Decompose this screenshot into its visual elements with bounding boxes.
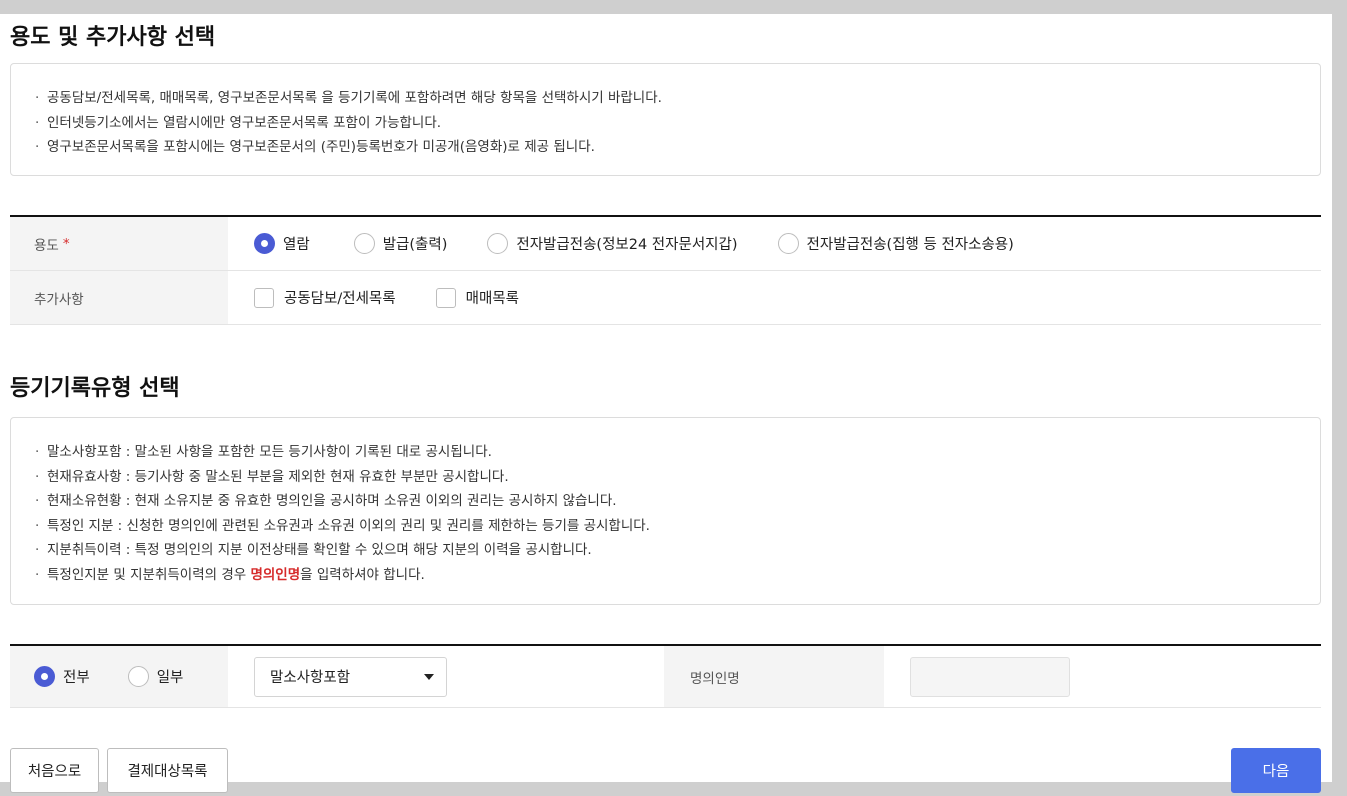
extra-option-label: 매매목록: [465, 291, 519, 307]
usage-option-label: 열람: [283, 237, 310, 253]
usage-option-label: 발급(출력): [382, 237, 448, 253]
scope-option-partial[interactable]: 일부: [127, 666, 184, 687]
next-button[interactable]: 다음: [1231, 748, 1321, 793]
extra-options: 공동담보/전세목록 매매목록: [228, 271, 1321, 324]
record-notice-item: 현재유효사항 : 등기사항 중 말소된 부분을 제외한 현재 유효한 부분만 공…: [35, 465, 1296, 490]
extra-option-joint-collateral[interactable]: 공동담보/전세목록: [254, 287, 396, 308]
usage-row: 용도 * 열람 발급(출력) 전자발급전송(정보24 전자문서지갑) 전자발급전…: [10, 217, 1321, 271]
record-notice-item: 특정인지분 및 지분취득이력의 경우 명의인명을 입력하셔야 합니다.: [35, 563, 1296, 588]
extra-label-cell: 추가사항: [10, 271, 228, 324]
record-type-select[interactable]: 말소사항포함: [254, 656, 447, 697]
record-row: 전부 일부 말소사항포함 명의인명: [10, 646, 1321, 708]
type-select-cell: 말소사항포함: [228, 646, 664, 707]
usage-notice-item: 영구보존문서목록을 포함시에는 영구보존문서의 (주민)등록번호가 미공개(음영…: [35, 135, 1296, 160]
usage-notice-item: 공동담보/전세목록, 매매목록, 영구보존문서목록 을 등기기록에 포함하려면 …: [35, 86, 1296, 111]
notice-text: 특정인지분 및 지분취득이력의 경우: [47, 566, 251, 583]
checkbox-icon[interactable]: [435, 287, 456, 308]
usage-notice-item: 인터넷등기소에서는 열람시에만 영구보존문서목록 포함이 가능합니다.: [35, 111, 1296, 136]
usage-options: 열람 발급(출력) 전자발급전송(정보24 전자문서지갑) 전자발급전송(집행 …: [228, 217, 1321, 270]
record-type-value: 말소사항포함: [270, 670, 351, 686]
radio-selected-icon[interactable]: [254, 233, 275, 254]
usage-option-label: 전자발급전송(집행 등 전자소송용): [806, 237, 1014, 253]
usage-option-e-litigation[interactable]: 전자발급전송(집행 등 전자소송용): [777, 233, 1014, 254]
usage-label-cell: 용도 *: [10, 217, 228, 270]
extra-option-label: 공동담보/전세목록: [284, 291, 396, 307]
radio-icon[interactable]: [777, 233, 799, 254]
usage-option-print[interactable]: 발급(출력): [353, 233, 448, 254]
scope-option-label: 전부: [63, 670, 90, 686]
radio-icon[interactable]: [353, 233, 375, 254]
usage-option-view[interactable]: 열람: [254, 233, 310, 254]
record-notice-item: 현재소유현황 : 현재 소유지분 중 유효한 명의인을 공시하며 소유권 이외의…: [35, 489, 1296, 514]
checkbox-icon[interactable]: [254, 287, 274, 308]
record-notice-item: 지분취득이력 : 특정 명의인의 지분 이전상태를 확인할 수 있으며 해당 지…: [35, 538, 1296, 563]
owner-name-highlight: 명의인명: [250, 566, 301, 583]
radio-icon[interactable]: [127, 666, 149, 687]
payment-list-button[interactable]: 결제대상목록: [107, 748, 228, 793]
scope-option-label: 일부: [156, 670, 184, 686]
owner-name-label: 명의인명: [690, 670, 740, 687]
extra-option-sale-list[interactable]: 매매목록: [435, 287, 519, 308]
home-button[interactable]: 처음으로: [10, 748, 99, 793]
page: 용도 및 추가사항 선택 공동담보/전세목록, 매매목록, 영구보존문서목록 을…: [0, 14, 1332, 782]
owner-name-label-cell: 명의인명: [664, 646, 884, 707]
usage-label: 용도: [34, 237, 59, 254]
radio-icon[interactable]: [487, 233, 509, 254]
record-notice-item: 말소사항포함 : 말소된 사항을 포함한 모든 등기사항이 기록된 대로 공시됩…: [35, 440, 1296, 465]
usage-notice-box: 공동담보/전세목록, 매매목록, 영구보존문서목록 을 등기기록에 포함하려면 …: [10, 63, 1321, 176]
owner-name-input-cell: [884, 646, 1321, 707]
usage-option-e-wallet[interactable]: 전자발급전송(정보24 전자문서지갑): [487, 233, 738, 254]
usage-option-label: 전자발급전송(정보24 전자문서지갑): [516, 237, 738, 253]
usage-form-table: 용도 * 열람 발급(출력) 전자발급전송(정보24 전자문서지갑) 전자발급전…: [10, 215, 1321, 325]
radio-selected-icon[interactable]: [34, 666, 55, 687]
caret-down-icon: [424, 673, 434, 680]
notice-text: 을 입력하셔야 합니다.: [300, 566, 425, 583]
scope-cell: 전부 일부: [10, 646, 228, 707]
required-mark: *: [62, 235, 70, 252]
record-form-table: 전부 일부 말소사항포함 명의인명: [10, 644, 1321, 708]
scope-option-all[interactable]: 전부: [34, 666, 90, 687]
usage-section-title: 용도 및 추가사항 선택: [10, 25, 216, 50]
record-section-title: 등기기록유형 선택: [10, 376, 180, 401]
record-notice-box: 말소사항포함 : 말소된 사항을 포함한 모든 등기사항이 기록된 대로 공시됩…: [10, 417, 1321, 605]
record-notice-item: 특정인 지분 : 신청한 명의인에 관련된 소유권과 소유권 이외의 권리 및 …: [35, 514, 1296, 539]
owner-name-input[interactable]: [910, 656, 1070, 697]
extra-label: 추가사항: [34, 291, 84, 308]
extra-row: 추가사항 공동담보/전세목록 매매목록: [10, 271, 1321, 325]
